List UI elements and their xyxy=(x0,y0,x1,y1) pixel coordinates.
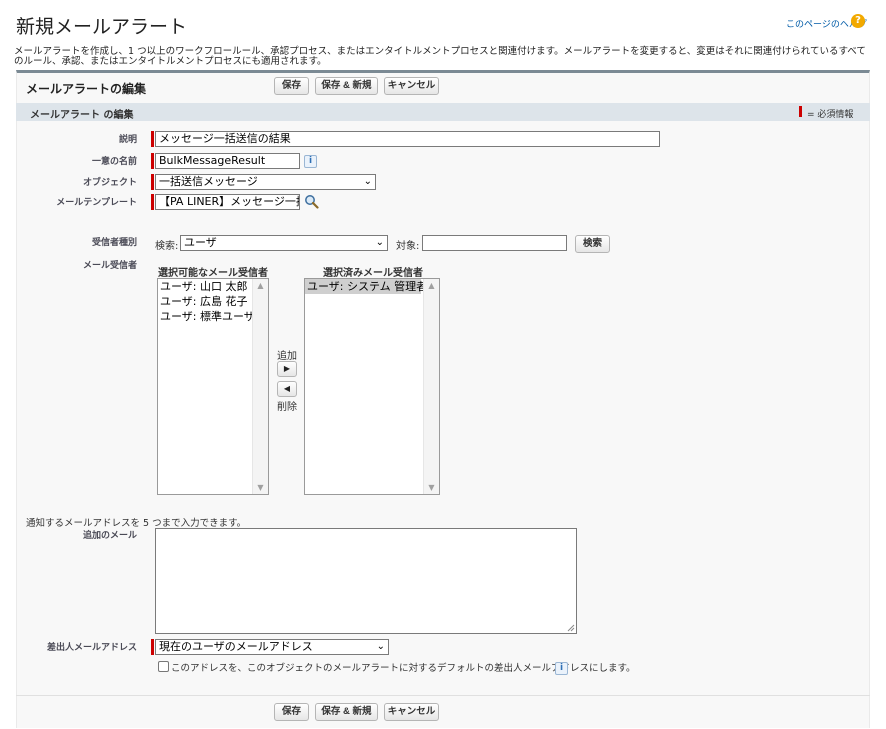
required-indicator xyxy=(151,639,154,655)
resize-handle-icon[interactable] xyxy=(567,624,575,632)
available-recipients-title: 選択可能なメール受信者 xyxy=(158,268,268,279)
scroll-down-icon[interactable]: ▼ xyxy=(424,483,439,492)
additional-email-hint: 通知するメールアドレスを 5 つまで入力できます。 xyxy=(26,518,247,529)
from-address-value: 現在のユーザのメールアドレス xyxy=(159,640,313,653)
selected-recipients-title: 選択済みメール受信者 xyxy=(323,268,423,279)
search-button[interactable]: 検索 xyxy=(575,235,610,253)
search-label: 検索: xyxy=(155,241,179,252)
scroll-up-icon[interactable]: ▲ xyxy=(253,281,268,290)
required-legend: = 必須情報 xyxy=(807,110,854,120)
question-icon[interactable]: ? xyxy=(851,14,865,28)
object-select[interactable]: 一括送信メッセージ ⌄ xyxy=(155,174,376,190)
unique-name-label: 一意の名前 xyxy=(91,157,137,167)
selected-recipients-list[interactable]: ユーザ: システム 管理者 ▲ ▼ xyxy=(304,278,440,495)
list-item[interactable]: ユーザ: システム 管理者 xyxy=(305,279,427,294)
page-title: 新規メールアラート xyxy=(16,16,188,38)
info-icon[interactable]: i xyxy=(304,155,317,168)
recipient-type-select[interactable]: ユーザ ⌄ xyxy=(180,235,388,251)
required-indicator xyxy=(151,194,154,210)
object-select-value: 一括送信メッセージ xyxy=(159,175,258,188)
info-icon[interactable]: i xyxy=(555,662,568,675)
description-input[interactable]: メッセージ一括送信の結果 xyxy=(155,131,660,147)
save-new-button-bottom[interactable]: 保存 & 新規 xyxy=(315,703,378,721)
remove-arrow-button[interactable]: ◀ xyxy=(277,381,297,397)
panel-title: メールアラートの編集 xyxy=(26,82,147,96)
additional-email-textarea[interactable] xyxy=(155,528,577,634)
unique-name-input[interactable]: BulkMessageResult xyxy=(155,153,300,169)
chevron-down-icon: ⌄ xyxy=(376,641,385,652)
chevron-down-icon: ⌄ xyxy=(375,237,384,248)
default-from-checkbox[interactable] xyxy=(158,661,169,672)
target-input[interactable] xyxy=(422,235,567,251)
footer-divider xyxy=(16,695,870,696)
required-indicator xyxy=(151,153,154,169)
save-button-bottom[interactable]: 保存 xyxy=(274,703,309,721)
required-indicator xyxy=(151,174,154,190)
template-label: メールテンプレート xyxy=(56,198,137,208)
chevron-down-icon: ⌄ xyxy=(363,176,372,187)
scroll-down-icon[interactable]: ▼ xyxy=(253,483,268,492)
scroll-up-icon[interactable]: ▲ xyxy=(424,281,439,290)
cancel-button-bottom[interactable]: キャンセル xyxy=(384,703,439,721)
save-button-top[interactable]: 保存 xyxy=(274,77,309,95)
object-label: オブジェクト xyxy=(82,178,137,188)
save-new-button-top[interactable]: 保存 & 新規 xyxy=(315,77,378,95)
add-label: 追加 xyxy=(277,351,297,362)
section-header xyxy=(16,103,870,121)
recipient-type-label: 受信者種別 xyxy=(91,238,137,248)
recipients-label: メール受信者 xyxy=(82,261,137,271)
page-description: メールアラートを作成し、1 つ以上のワークフロールール、承認プロセス、またはエン… xyxy=(14,46,866,67)
lookup-search-icon[interactable] xyxy=(304,194,319,209)
from-address-label: 差出人メールアドレス xyxy=(46,643,137,653)
cancel-button-top[interactable]: キャンセル xyxy=(384,77,439,95)
target-label: 対象: xyxy=(396,241,420,252)
available-recipients-list[interactable]: ユーザ: 山口 太郎 ユーザ: 広島 花子 ユーザ: 標準ユーザ ▲ ▼ xyxy=(157,278,269,495)
add-arrow-button[interactable]: ▶ xyxy=(277,361,297,377)
required-indicator xyxy=(151,131,154,147)
scrollbar[interactable]: ▲ ▼ xyxy=(252,279,268,494)
remove-label: 削除 xyxy=(277,402,297,413)
from-address-select[interactable]: 現在のユーザのメールアドレス ⌄ xyxy=(155,639,389,655)
required-marker xyxy=(799,106,802,117)
description-label: 説明 xyxy=(118,135,137,145)
additional-email-label: 追加のメール xyxy=(82,531,137,541)
template-input[interactable]: 【PA LINER】メッセージ一括送 xyxy=(155,194,300,210)
recipient-type-value: ユーザ xyxy=(184,236,217,249)
section-title: メールアラート の編集 xyxy=(30,110,134,121)
scrollbar[interactable]: ▲ ▼ xyxy=(423,279,439,494)
